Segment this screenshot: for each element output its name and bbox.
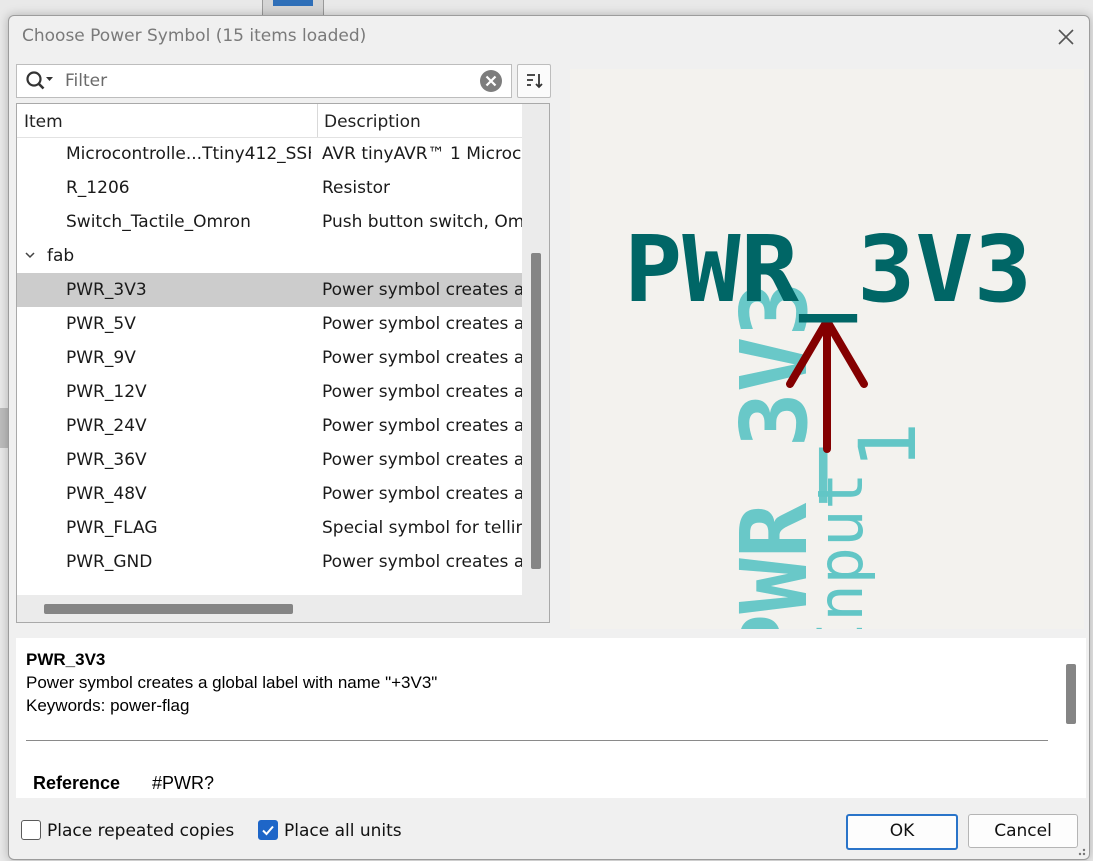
tree-row[interactable]: PWR_9V Power symbol creates a global labe… [17,341,522,375]
tree-row-name: PWR_5V [66,314,136,334]
tree-row-name: PWR_GND [66,552,153,572]
tree-row-description: Push button switch, Omron [322,212,522,232]
choose-power-symbol-dialog: Choose Power Symbol (15 items loaded) It… [8,15,1090,860]
tree-row-description: Power symbol creates a global label [322,280,522,300]
close-icon[interactable] [1055,26,1077,48]
resize-grip-icon[interactable] [1073,843,1087,857]
reference-label: Reference [33,773,121,793]
details-symbol-name: PWR_3V3 [26,650,106,669]
tree-row[interactable]: Switch_Tactile_Omron Push button switch, … [17,205,522,239]
symbol-details-panel: PWR_3V3 Power symbol creates a global la… [16,638,1086,798]
column-header-item[interactable]: Item [24,112,63,132]
tree-row[interactable]: PWR_5V Power symbol creates a global labe… [17,307,522,341]
tree-row-name: PWR_FLAG [66,518,158,538]
ok-button[interactable]: OK [846,814,958,850]
tree-group-label: fab [47,246,75,266]
tree-row-description: Resistor [322,178,390,198]
dialog-title: Choose Power Symbol (15 items loaded) [22,26,367,46]
symbol-tree[interactable]: Item Description Microcontrolle...Ttiny4… [16,103,550,623]
tree-row[interactable]: PWR_12V Power symbol creates a global lab… [17,375,522,409]
details-scrollbar-thumb[interactable] [1066,664,1076,724]
clear-filter-icon[interactable] [479,69,503,93]
filter-field[interactable] [16,64,512,98]
sort-button[interactable] [517,64,551,98]
tree-row-name: Microcontrolle...Ttiny412_SSFR [66,144,311,164]
tree-row-name: Switch_Tactile_Omron [66,212,251,232]
vertical-scrollbar-thumb[interactable] [531,253,541,569]
tree-row-description: Special symbol for telling ERC [322,518,522,538]
tree-row-description: Power symbol creates a global label [322,552,522,572]
checkmark-icon [262,825,274,836]
cancel-button[interactable]: Cancel [968,814,1078,848]
tree-row-name: R_1206 [66,178,130,198]
tree-row-name: PWR_24V [66,416,147,436]
chevron-down-icon[interactable] [24,249,36,261]
tree-row-description: Power symbol creates a global label [322,348,522,368]
tree-row-name: PWR_48V [66,484,147,504]
tree-row[interactable]: PWR_GND Power symbol creates a global lab… [17,545,522,579]
column-header-description[interactable]: Description [324,112,421,132]
tree-row-description: Power symbol creates a global label [322,382,522,402]
checkbox-box[interactable] [21,820,41,840]
tree-row-description: Power symbol creates a global label [322,484,522,504]
tree-row-name: PWR_36V [66,450,147,470]
details-description: Power symbol creates a global label with… [26,673,438,692]
tree-header: Item Description [17,104,522,138]
preview-pin-name-text: PWR_3V3 [721,281,828,629]
symbol-preview[interactable]: Input PWR_3V3 1 PWR_3V3 [570,69,1084,629]
details-keywords: Keywords: power-flag [26,696,190,715]
tree-row-description: Power symbol creates a global label [322,450,522,470]
tree-row[interactable]: PWR_FLAG Special symbol for telling ERC [17,511,522,545]
tree-row-description: Power symbol creates a global label [322,416,522,436]
tree-row-name: PWR_12V [66,382,147,402]
checkbox-box-checked[interactable] [258,820,278,840]
filter-input[interactable] [63,68,467,94]
preview-symbol-label: PWR_3V3 [624,216,1032,323]
place-all-units-label[interactable]: Place all units [284,821,402,841]
symbol-preview-canvas: Input PWR_3V3 1 PWR_3V3 [624,216,1032,629]
search-icon[interactable] [25,70,55,92]
details-divider [26,740,1048,741]
tree-row-description: Power symbol creates a global label [322,314,522,334]
title-bar: Choose Power Symbol (15 items loaded) [9,16,1089,58]
place-repeated-copies-label[interactable]: Place repeated copies [47,821,234,841]
horizontal-scrollbar-thumb[interactable] [44,604,293,614]
tree-row[interactable]: PWR_36V Power symbol creates a global lab… [17,443,522,477]
preview-pin-number-text: 1 [844,422,934,469]
tree-row[interactable]: PWR_48V Power symbol creates a global lab… [17,477,522,511]
tree-row[interactable]: PWR_24V Power symbol creates a global lab… [17,409,522,443]
tree-row[interactable]: PWR_3V3 Power symbol creates a global lab… [17,273,522,307]
tree-row[interactable]: R_1206 Resistor [17,171,522,205]
tree-row-description: AVR tinyAVR™ 1 Microcontroller [322,144,522,164]
tree-rows: Microcontrolle...Ttiny412_SSFR AVR tinyAV… [17,137,522,579]
background-window-fragment [262,0,324,16]
tree-row[interactable]: Microcontrolle...Ttiny412_SSFR AVR tinyAV… [17,137,522,171]
column-separator[interactable] [317,104,318,137]
reference-value: #PWR? [152,773,215,793]
tree-row-name: PWR_9V [66,348,136,368]
tree-group-row[interactable]: fab [17,239,522,273]
scrollbar-corner [522,595,549,622]
tree-row-name: PWR_3V3 [66,280,147,300]
sort-icon [527,74,543,89]
